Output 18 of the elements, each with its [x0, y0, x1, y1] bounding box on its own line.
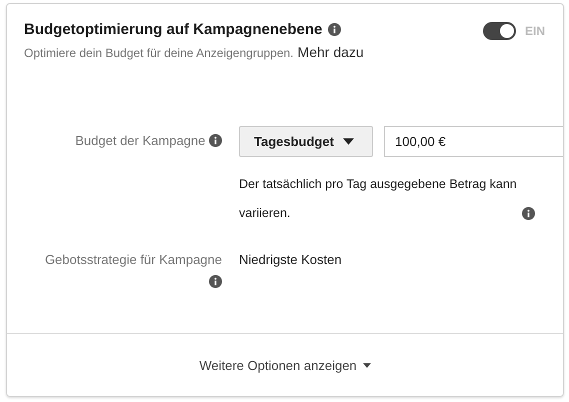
toggle-switch[interactable] [482, 22, 516, 40]
budget-type-dropdown[interactable]: Tagesbudget [239, 126, 373, 157]
caret-icon [342, 138, 354, 145]
section-description: Optimiere dein Budget für deine Anzeigengruppen. [24, 46, 294, 60]
budget-amount-field[interactable]: 100,00 € [384, 126, 563, 157]
info-icon [328, 23, 342, 36]
section-title: Budgetoptimierung auf Kampagnenebene [24, 21, 322, 38]
toggle-label: EIN [524, 23, 545, 40]
info-icon [209, 275, 222, 288]
caret-icon [362, 362, 371, 368]
more-options-button[interactable]: Weitere Optionen anzeigen [199, 358, 371, 372]
bid-strategy-value: Niedrigste Kosten [239, 251, 343, 269]
info-icon [209, 134, 222, 147]
field-label: Gebotsstrategie für Kampagne [44, 252, 222, 267]
learn-more-link[interactable]: Mehr dazu [298, 44, 364, 60]
info-icon [522, 207, 535, 220]
budget-note: Der tatsächlich pro Tag ausgegebene Betrag kann variieren. [239, 176, 517, 222]
field-label: Budget der Kampagne [75, 133, 206, 148]
